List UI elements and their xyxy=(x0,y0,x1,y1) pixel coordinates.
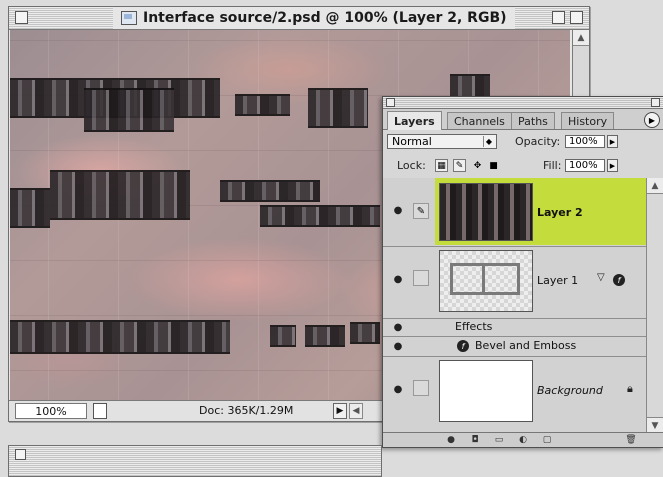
scroll-left-icon[interactable]: ◀ xyxy=(349,403,363,419)
eye-icon[interactable]: ● xyxy=(391,322,405,333)
frame-shape xyxy=(450,263,520,295)
collapse-box-icon[interactable] xyxy=(570,11,583,24)
texture-strip xyxy=(350,322,380,344)
fx-icon: f xyxy=(613,274,625,286)
opacity-field[interactable]: 100% xyxy=(565,135,605,148)
palette-menu-icon[interactable]: ▶ xyxy=(644,112,660,128)
document-title: Interface source/2.psd @ 100% (Layer 2, … xyxy=(143,10,507,26)
trash-icon[interactable]: 🗑︎ xyxy=(623,434,639,445)
eye-icon[interactable]: ● xyxy=(391,274,405,285)
opacity-slider-arrow-icon[interactable]: ▶ xyxy=(607,135,618,148)
palette-tabs: Layers Channels Paths History ▶ xyxy=(383,109,663,130)
layers-palette: Layers Channels Paths History ▶ Normal ◆… xyxy=(382,96,663,448)
blend-opacity-row: Normal ◆ Opacity: 100% ▶ xyxy=(383,130,663,154)
layer-2-thumbnail xyxy=(439,183,533,241)
brush-link-icon[interactable]: ✎ xyxy=(413,203,429,219)
lock-move-icon[interactable]: ✥ xyxy=(471,159,484,172)
frame-divider xyxy=(482,263,485,295)
texture-strip xyxy=(305,325,345,347)
palette-titlebar[interactable] xyxy=(383,97,663,109)
layer-list: ● ✎ Layer 2 ● Layer 1 ▽ f ● Effects ● f xyxy=(383,178,647,433)
effect-name: Bevel and Emboss xyxy=(475,339,577,352)
texture-strip xyxy=(10,188,50,228)
tab-paths[interactable]: Paths xyxy=(511,112,555,129)
layer-name: Background xyxy=(537,384,603,397)
texture-strip xyxy=(308,88,368,128)
effects-label: Effects xyxy=(455,320,493,333)
lock-fill-row: Lock: ▦ ✎ ✥ ■ Fill: 100% ▶ xyxy=(383,154,663,179)
document-title-group: Interface source/2.psd @ 100% (Layer 2, … xyxy=(113,7,515,29)
background-thumbnail xyxy=(439,360,533,422)
add-style-icon[interactable]: ● xyxy=(443,434,459,445)
layer-row-background[interactable]: ● Background 🔒︎ xyxy=(383,356,647,428)
eye-icon[interactable]: ● xyxy=(391,341,405,352)
second-document-titlebar[interactable] xyxy=(8,445,382,477)
texture-strip xyxy=(270,325,296,347)
texture-strip xyxy=(10,320,230,354)
status-menu-arrow-icon[interactable]: ▶ xyxy=(333,403,347,419)
eye-icon[interactable]: ● xyxy=(391,384,405,395)
tab-history[interactable]: History xyxy=(561,112,615,129)
opacity-label: Opacity: xyxy=(515,135,561,148)
eye-icon[interactable]: ● xyxy=(391,205,405,216)
lock-icon: 🔒︎ xyxy=(627,382,633,395)
link-cell[interactable] xyxy=(413,270,429,286)
document-size: Doc: 365K/1.29M xyxy=(199,404,294,417)
zoom-box-icon[interactable] xyxy=(552,11,565,24)
lock-transparency-icon[interactable]: ▦ xyxy=(435,159,448,172)
texture-strip xyxy=(220,180,320,202)
scroll-down-icon[interactable]: ▼ xyxy=(647,417,663,433)
lock-paint-icon[interactable]: ✎ xyxy=(453,159,466,172)
add-mask-icon[interactable]: ◘ xyxy=(467,434,483,445)
fill-slider-arrow-icon[interactable]: ▶ xyxy=(607,159,618,172)
close-box-icon[interactable] xyxy=(15,11,28,24)
texture-strip xyxy=(84,88,174,132)
fill-label: Fill: xyxy=(543,159,562,172)
lock-all-icon[interactable]: ■ xyxy=(487,159,500,172)
expand-effects-icon[interactable]: ▽ xyxy=(597,272,605,283)
tab-channels[interactable]: Channels xyxy=(447,112,512,129)
fx-icon: f xyxy=(457,340,469,352)
zoom-level-field[interactable]: 100% xyxy=(15,403,87,419)
scroll-up-icon[interactable]: ▲ xyxy=(647,178,663,194)
blend-mode-value: Normal xyxy=(392,135,432,148)
document-titlebar[interactable]: Interface source/2.psd @ 100% (Layer 2, … xyxy=(9,7,589,30)
close-box-icon[interactable] xyxy=(15,449,26,460)
texture-strip xyxy=(50,170,190,220)
new-set-icon[interactable]: ▭ xyxy=(491,434,507,445)
new-fill-icon[interactable]: ◐ xyxy=(515,434,531,445)
layer-name: Layer 1 xyxy=(537,274,579,287)
effect-row-bevel[interactable]: ● f Bevel and Emboss xyxy=(383,336,647,357)
layer-row-layer-2[interactable]: ● ✎ Layer 2 xyxy=(383,178,647,247)
new-layer-icon[interactable]: ▢ xyxy=(539,434,555,445)
layer-name: Layer 2 xyxy=(537,206,583,219)
page-preview-icon[interactable] xyxy=(93,403,107,419)
layer-list-scrollbar[interactable]: ▲ ▼ xyxy=(646,178,663,433)
tab-layers[interactable]: Layers xyxy=(387,111,442,130)
fill-field[interactable]: 100% xyxy=(565,159,605,172)
layer-row-layer-1[interactable]: ● Layer 1 ▽ f xyxy=(383,246,647,319)
blend-mode-select[interactable]: Normal ◆ xyxy=(387,134,497,149)
effects-row[interactable]: ● Effects xyxy=(383,318,647,337)
palette-close-icon[interactable] xyxy=(386,98,395,107)
link-cell[interactable] xyxy=(413,380,429,396)
lock-label: Lock: xyxy=(397,159,426,172)
palette-collapse-icon[interactable] xyxy=(651,98,660,107)
palette-footer: ● ◘ ▭ ◐ ▢ 🗑︎ xyxy=(383,432,663,447)
document-icon xyxy=(121,11,137,25)
texture-strip xyxy=(260,205,380,227)
texture-strip xyxy=(235,94,290,116)
select-arrows-icon: ◆ xyxy=(483,136,494,147)
layer-1-thumbnail xyxy=(439,250,533,312)
scroll-up-icon[interactable]: ▲ xyxy=(573,30,589,46)
